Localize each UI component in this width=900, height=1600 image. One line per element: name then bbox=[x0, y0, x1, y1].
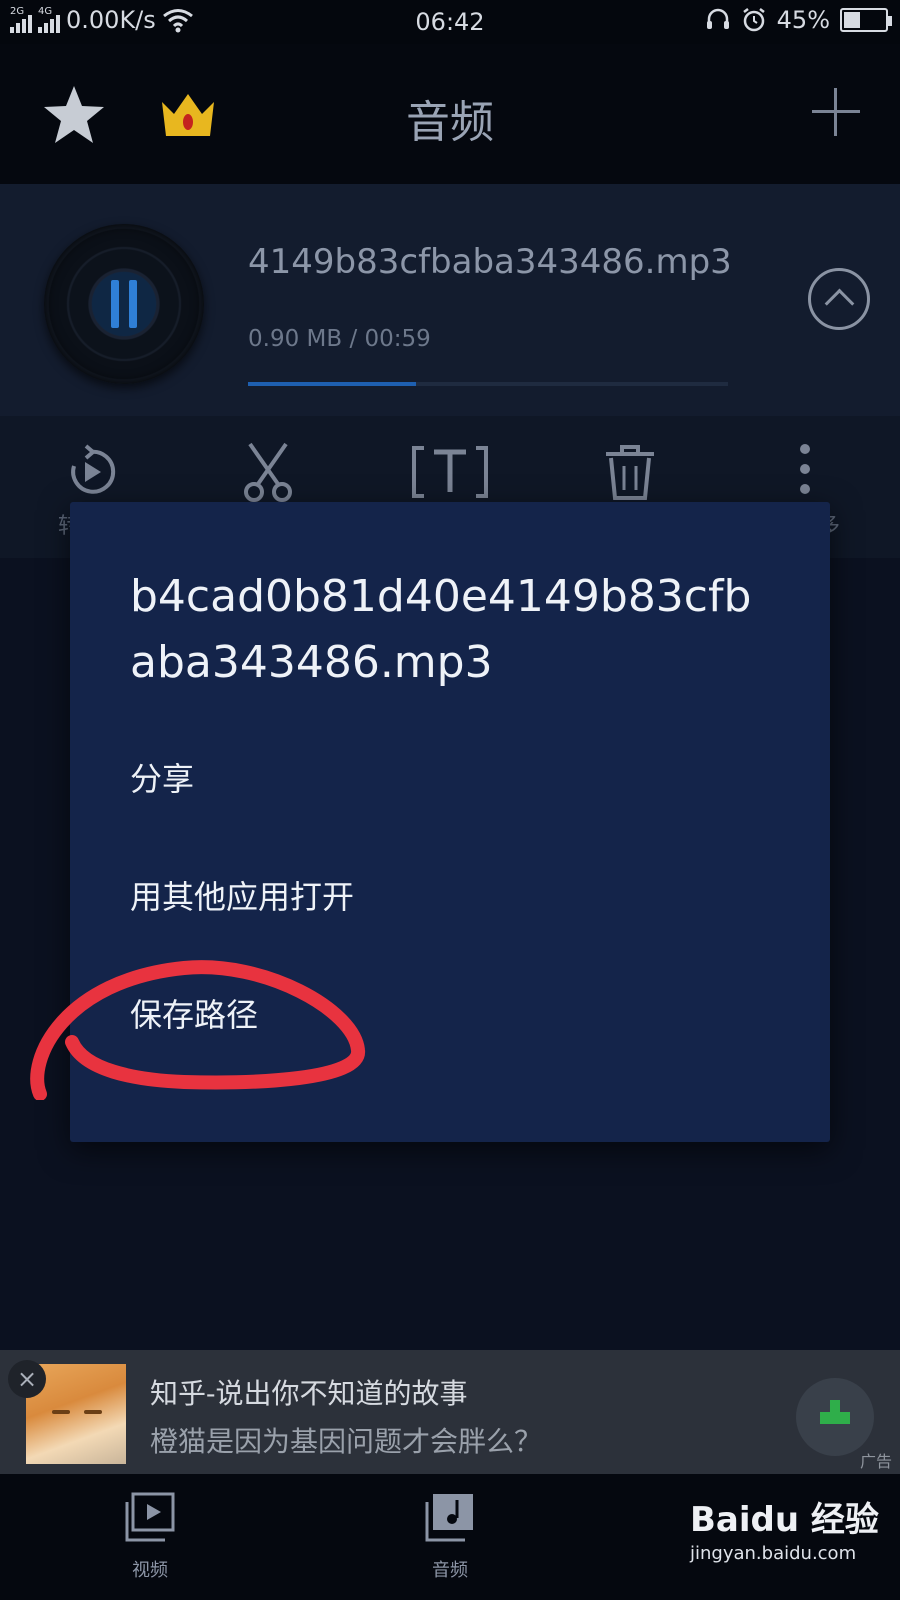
page-title: 音频 bbox=[406, 97, 494, 148]
save-path-option[interactable]: 保存路径 bbox=[130, 990, 258, 1036]
track-meta: 0.90 MB / 00:59 bbox=[248, 326, 431, 352]
share-option[interactable]: 分享 bbox=[130, 754, 194, 800]
baidu-watermark: Baidu 经验 jingyan.baidu.com bbox=[690, 1492, 879, 1564]
track-name: 4149b83cfbaba343486.mp3 bbox=[248, 242, 732, 282]
text-tag-icon[interactable] bbox=[410, 442, 490, 502]
nav-video[interactable]: 视频 bbox=[90, 1492, 210, 1582]
watermark-url: jingyan.baidu.com bbox=[690, 1543, 857, 1564]
more-options-icon[interactable] bbox=[800, 444, 810, 494]
convert-icon[interactable] bbox=[60, 442, 120, 502]
alarm-icon bbox=[742, 8, 765, 32]
status-bar: 2G 4G 0.00K/s 06:42 45% bbox=[0, 0, 900, 44]
ad-title: 知乎-说出你不知道的故事 bbox=[150, 1377, 468, 1410]
video-icon bbox=[125, 1492, 175, 1542]
collapse-button[interactable] bbox=[808, 268, 870, 330]
nav-audio-label: 音频 bbox=[432, 1560, 468, 1581]
open-with-option[interactable]: 用其他应用打开 bbox=[130, 872, 354, 918]
battery-percent: 45% bbox=[776, 6, 830, 34]
watermark-brand: Baidu 经验 bbox=[690, 1500, 879, 1540]
dialog-title: b4cad0b81d40e4149b83cfbaba343486.mp3 bbox=[130, 571, 752, 688]
trash-icon[interactable] bbox=[600, 442, 660, 502]
vinyl-disc[interactable] bbox=[44, 224, 204, 384]
download-icon[interactable] bbox=[796, 1378, 874, 1456]
ad-banner[interactable]: × 知乎-说出你不知道的故事 橙猫是因为基因问题才会胖么？ 广告 bbox=[0, 1350, 900, 1474]
pause-icon[interactable] bbox=[108, 280, 140, 328]
ad-tag: 广告 bbox=[859, 1452, 892, 1471]
close-ad-button[interactable]: × bbox=[8, 1360, 46, 1398]
progress-bar[interactable] bbox=[248, 382, 728, 386]
battery-icon bbox=[840, 8, 892, 32]
scissors-icon[interactable] bbox=[238, 442, 298, 502]
nav-audio[interactable]: 音频 bbox=[390, 1492, 510, 1582]
music-note-icon bbox=[425, 1494, 473, 1542]
add-icon[interactable] bbox=[812, 88, 860, 136]
app-header: 音频 bbox=[0, 44, 900, 184]
headset-icon bbox=[706, 8, 729, 29]
now-playing-panel: 4149b83cfbaba343486.mp3 0.90 MB / 00:59 bbox=[0, 184, 900, 416]
file-options-dialog: b4cad0b81d40e4149b83cfbaba343486.mp3 分享 … bbox=[70, 502, 830, 1142]
nav-video-label: 视频 bbox=[132, 1560, 168, 1581]
ad-subtitle: 橙猫是因为基因问题才会胖么？ bbox=[150, 1425, 543, 1458]
